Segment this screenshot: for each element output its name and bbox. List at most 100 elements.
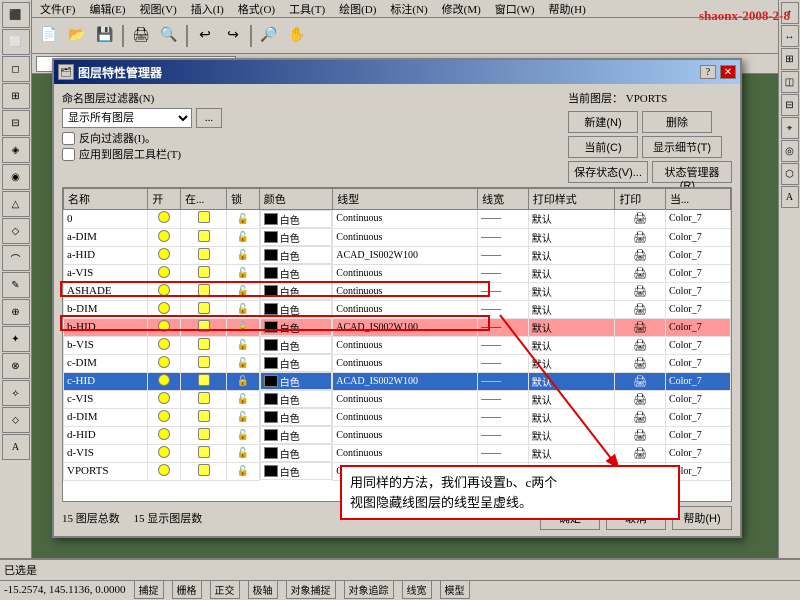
cell-lineweight[interactable]: ——	[478, 372, 529, 390]
cell-lock[interactable]: 🔓	[227, 210, 260, 229]
tb-new[interactable]: 📄	[36, 23, 62, 49]
cell-on[interactable]	[148, 354, 181, 372]
cell-linetype[interactable]: Continuous	[333, 336, 478, 354]
ortho-button[interactable]: 正交	[210, 580, 240, 599]
cell-color[interactable]: 白色	[260, 444, 333, 462]
menu-insert[interactable]: 插入(I)	[185, 0, 230, 18]
tb-pan[interactable]: ✋	[284, 23, 310, 49]
right-btn-4[interactable]: ◫	[781, 71, 799, 93]
col-header-current[interactable]: 当...	[665, 189, 730, 210]
cell-on[interactable]	[148, 426, 181, 444]
cell-lineweight[interactable]: ——	[478, 282, 529, 300]
cell-color[interactable]: 白色	[260, 426, 333, 444]
menu-help[interactable]: 帮助(H)	[543, 0, 592, 18]
cell-freeze[interactable]	[180, 354, 226, 372]
tb-btn-6[interactable]: ◈	[2, 137, 30, 163]
cell-freeze[interactable]	[180, 282, 226, 300]
cell-on[interactable]	[148, 246, 181, 264]
menu-format[interactable]: 格式(O)	[232, 0, 281, 18]
cell-lineweight[interactable]: ——	[478, 318, 529, 336]
cell-lock[interactable]: 🔓	[227, 264, 260, 282]
cell-freeze[interactable]	[180, 444, 226, 462]
cell-on[interactable]	[148, 228, 181, 246]
tb-btn-12[interactable]: ⊕	[2, 299, 30, 325]
cell-on[interactable]	[148, 462, 181, 480]
cell-freeze[interactable]	[180, 462, 226, 480]
menu-dim[interactable]: 标注(N)	[384, 0, 433, 18]
otrack-button[interactable]: 对象追踪	[344, 580, 394, 599]
table-row[interactable]: a-VIS 🔓 白色 Continuous —— 默认 🖨 Color_7	[64, 264, 731, 282]
osnap-button[interactable]: 对象捕捉	[286, 580, 336, 599]
tb-btn-14[interactable]: ⊗	[2, 353, 30, 379]
cell-on[interactable]	[148, 444, 181, 462]
cell-lock[interactable]: 🔓	[227, 246, 260, 264]
cell-linetype[interactable]: Continuous	[333, 228, 478, 246]
tb-btn-16[interactable]: ⬦	[2, 407, 30, 433]
layer-table-container[interactable]: 名称 开 在... 锁 颜色 线型 线宽 打印样式 打印 当... 0	[62, 187, 732, 502]
tb-btn-9[interactable]: ◇	[2, 218, 30, 244]
cell-lock[interactable]: 🔓	[227, 318, 260, 336]
tb-btn-7[interactable]: ◉	[2, 164, 30, 190]
cell-lineweight[interactable]: ——	[478, 264, 529, 282]
cell-on[interactable]	[148, 390, 181, 408]
menu-file[interactable]: 文件(F)	[34, 0, 81, 18]
cell-color[interactable]: 白色	[260, 372, 333, 390]
cell-lineweight[interactable]: ——	[478, 210, 529, 229]
cell-plot[interactable]: 🖨	[615, 228, 666, 246]
dialog-close-button[interactable]: ✕	[720, 65, 736, 79]
cell-freeze[interactable]	[180, 336, 226, 354]
table-row[interactable]: c-HID 🔓 白色 ACAD_IS002W100 —— 默认 🖨 Color_…	[64, 372, 731, 390]
cell-plot[interactable]: 🖨	[615, 246, 666, 264]
cell-linetype[interactable]: ACAD_IS002W100	[333, 372, 478, 390]
filter-select[interactable]: 显示所有图层	[62, 108, 192, 128]
table-row[interactable]: d-VIS 🔓 白色 Continuous —— 默认 🖨 Color_7	[64, 444, 731, 462]
cell-linetype[interactable]: Continuous	[333, 264, 478, 282]
new-button[interactable]: 新建(N)	[568, 111, 638, 133]
cell-freeze[interactable]	[180, 390, 226, 408]
cell-lock[interactable]: 🔓	[227, 282, 260, 300]
table-row[interactable]: c-VIS 🔓 白色 Continuous —— 默认 🖨 Color_7	[64, 390, 731, 408]
cell-freeze[interactable]	[180, 426, 226, 444]
col-header-plot[interactable]: 打印	[615, 189, 666, 210]
table-row[interactable]: d-HID 🔓 白色 Continuous —— 默认 🖨 Color_7	[64, 426, 731, 444]
cell-linetype[interactable]: Continuous	[333, 444, 478, 462]
cell-linetype[interactable]: Continuous	[333, 408, 478, 426]
cell-freeze[interactable]	[180, 408, 226, 426]
cell-lineweight[interactable]: ——	[478, 246, 529, 264]
lineweight-button[interactable]: 线宽	[402, 580, 432, 599]
cell-plot[interactable]: 🖨	[615, 444, 666, 462]
cell-lineweight[interactable]: ——	[478, 336, 529, 354]
tb-open[interactable]: 📂	[64, 23, 90, 49]
delete-button[interactable]: 删除	[642, 111, 712, 133]
filter-browse-button[interactable]: ...	[196, 108, 222, 128]
details-button[interactable]: 显示细节(T)	[642, 136, 722, 158]
cell-on[interactable]	[148, 210, 181, 229]
tb-btn-4[interactable]: ⊞	[2, 83, 30, 109]
col-header-plotstyle[interactable]: 打印样式	[528, 189, 615, 210]
cell-lock[interactable]: 🔓	[227, 390, 260, 408]
cell-plot[interactable]: 🖨	[615, 426, 666, 444]
cell-lock[interactable]: 🔓	[227, 408, 260, 426]
cell-linetype[interactable]: Continuous	[333, 354, 478, 372]
snap-button[interactable]: 捕捉	[134, 580, 164, 599]
right-btn-7[interactable]: ◎	[781, 140, 799, 162]
cell-lock[interactable]: 🔓	[227, 300, 260, 318]
cell-color[interactable]: 白色	[260, 282, 333, 300]
cell-lock[interactable]: 🔓	[227, 372, 260, 390]
state-manager-button[interactable]: 状态管理器(R)...	[652, 161, 732, 183]
cell-lineweight[interactable]: ——	[478, 408, 529, 426]
checkbox-apply[interactable]	[62, 148, 75, 161]
cell-lock[interactable]: 🔓	[227, 228, 260, 246]
menu-view[interactable]: 视图(V)	[134, 0, 183, 18]
tb-btn-5[interactable]: ⊟	[2, 110, 30, 136]
cell-color[interactable]: 白色	[260, 318, 333, 336]
tb-btn-11[interactable]: ✎	[2, 272, 30, 298]
col-header-on[interactable]: 开	[148, 189, 181, 210]
col-header-linetype[interactable]: 线型	[333, 189, 478, 210]
tb-undo[interactable]: ↩	[192, 23, 218, 49]
menu-modify[interactable]: 修改(M)	[436, 0, 487, 18]
tb-btn-13[interactable]: ✦	[2, 326, 30, 352]
right-btn-3[interactable]: ⊞	[781, 48, 799, 70]
tb-print[interactable]: 🖨	[128, 23, 154, 49]
cell-lineweight[interactable]: ——	[478, 390, 529, 408]
